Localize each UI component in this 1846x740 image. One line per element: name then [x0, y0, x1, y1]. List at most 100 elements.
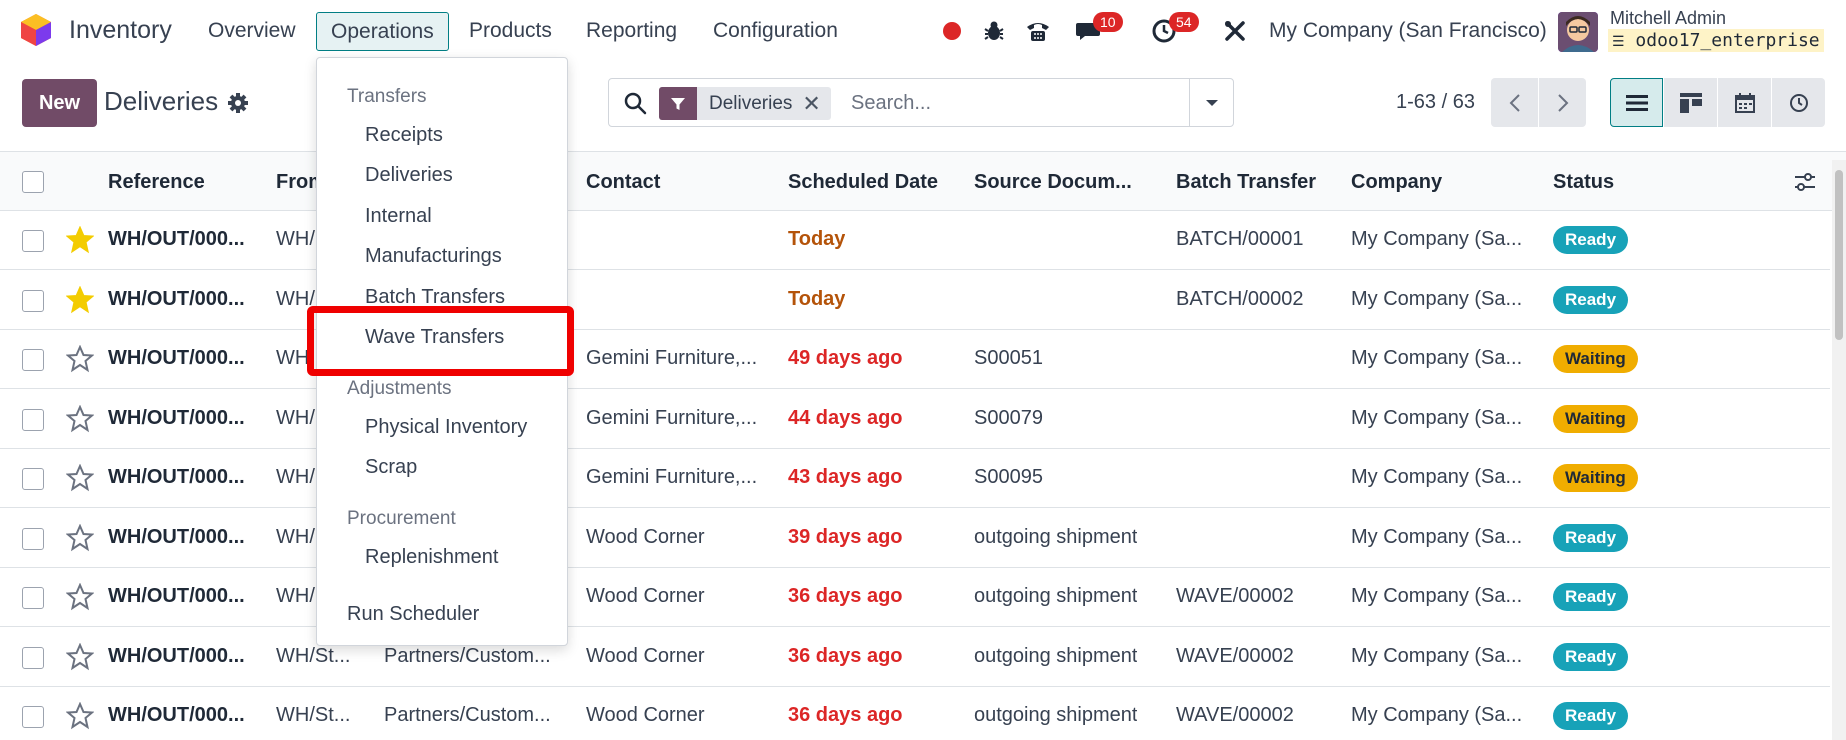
scheduled-date-cell: 43 days ago	[788, 466, 903, 488]
menu-configuration[interactable]: Configuration	[713, 19, 838, 43]
source-document-cell: outgoing shipment	[974, 585, 1138, 607]
chevron-right-icon	[1557, 93, 1568, 112]
table-row[interactable]: WH/OUT/000... WH/St... Partners/Custom... W…	[0, 627, 1830, 687]
kanban-view-button[interactable]	[1664, 78, 1717, 127]
reference-cell: WH/OUT/000...	[108, 228, 245, 250]
star-outline-icon[interactable]	[66, 642, 94, 671]
optional-columns-icon[interactable]	[1793, 170, 1817, 194]
dropdown-item-replenishment[interactable]: Replenishment	[365, 546, 498, 569]
user-avatar[interactable]	[1558, 12, 1598, 52]
star-outline-icon[interactable]	[66, 523, 94, 552]
table-row[interactable]: WH/OUT/000... WH/Gemini Furniture,... 43 d…	[0, 449, 1830, 508]
user-name[interactable]: Mitchell Admin	[1610, 8, 1726, 29]
new-button[interactable]: New	[22, 79, 97, 127]
dropdown-item-scrap[interactable]: Scrap	[365, 456, 417, 479]
debug-tools-icon[interactable]	[1222, 18, 1248, 44]
database-icon: ☰	[1612, 34, 1625, 50]
search-icon[interactable]	[623, 91, 647, 115]
star-outline-icon[interactable]	[66, 583, 94, 611]
row-checkbox[interactable]	[22, 289, 44, 312]
scheduled-date-cell: 36 days ago	[788, 704, 903, 726]
menu-overview[interactable]: Overview	[208, 19, 296, 43]
dropdown-section-adjustments: Adjustments	[347, 378, 452, 399]
dropdown-item-physical-inventory[interactable]: Physical Inventory	[365, 416, 527, 439]
activity-view-button[interactable]	[1772, 78, 1825, 127]
company-cell: My Company (Sa...	[1351, 406, 1523, 429]
reference-cell: WH/OUT/000...	[108, 406, 245, 429]
status-badge: Waiting	[1553, 464, 1638, 492]
dropdown-item-run-scheduler[interactable]: Run Scheduler	[347, 603, 479, 626]
table-row[interactable]: WH/OUT/000... WH/Today BATCH/00001 My Compa…	[0, 211, 1830, 270]
company-cell: My Company (Sa...	[1351, 347, 1523, 369]
column-reference[interactable]: Reference	[108, 171, 205, 194]
phone-icon[interactable]	[1025, 18, 1051, 44]
table-row[interactable]: WH/OUT/000... WH/St... Partners/Custom... W…	[0, 687, 1830, 740]
table-row[interactable]: WH/OUT/000... WH/Wood Corner 36 days ago ou…	[0, 568, 1830, 627]
source-document-cell: outgoing shipment	[974, 704, 1138, 726]
row-checkbox[interactable]	[22, 587, 44, 609]
column-scheduled-date[interactable]: Scheduled Date	[788, 171, 938, 194]
menu-reporting[interactable]: Reporting	[586, 19, 677, 43]
menu-products[interactable]: Products	[469, 19, 552, 43]
source-document-cell: outgoing shipment	[974, 525, 1138, 548]
company-cell: My Company (Sa...	[1351, 704, 1523, 726]
star-outline-icon[interactable]	[66, 404, 94, 433]
contact-cell: Wood Corner	[586, 585, 705, 607]
source-document-cell: S00095	[974, 466, 1043, 488]
row-checkbox[interactable]	[22, 230, 44, 252]
company-cell: My Company (Sa...	[1351, 644, 1523, 667]
table-row[interactable]: WH/OUT/000... WH/Wood Corner 39 days ago ou…	[0, 508, 1830, 568]
row-checkbox[interactable]	[22, 468, 44, 490]
reference-cell: WH/OUT/000...	[108, 585, 245, 607]
list-scrollbar[interactable]	[1832, 160, 1846, 740]
row-checkbox[interactable]	[22, 646, 44, 669]
record-indicator-icon[interactable]	[943, 22, 961, 40]
row-checkbox[interactable]	[22, 408, 44, 431]
remove-facet-icon[interactable]: ✕	[802, 91, 830, 117]
star-outline-icon[interactable]	[66, 345, 94, 373]
scrollbar-thumb[interactable]	[1835, 170, 1843, 340]
dropdown-item-receipts[interactable]: Receipts	[365, 124, 443, 147]
status-badge: Ready	[1553, 523, 1629, 552]
app-name[interactable]: Inventory	[69, 16, 172, 45]
gear-icon[interactable]	[227, 92, 249, 114]
bug-icon[interactable]	[981, 18, 1007, 44]
scheduled-date-cell: Today	[788, 228, 846, 250]
table-row[interactable]: WH/OUT/000... WH/Today BATCH/00002 My Compa…	[0, 270, 1830, 330]
table-row[interactable]: WH/OUT/000... WH/Gemini Furniture,... 44 d…	[0, 389, 1830, 449]
search-input[interactable]	[851, 89, 1181, 117]
starred-icon[interactable]	[66, 285, 94, 314]
table-row[interactable]: WH/OUT/000... WH Gemini Furniture,... 49 da…	[0, 330, 1830, 389]
list-view-button[interactable]	[1610, 78, 1663, 127]
column-company[interactable]: Company	[1351, 171, 1442, 194]
row-checkbox[interactable]	[22, 349, 44, 371]
dropdown-item-manufacturings[interactable]: Manufacturings	[365, 245, 502, 268]
pager-previous-button[interactable]	[1491, 78, 1538, 127]
pager-value[interactable]: 1-63 / 63	[1396, 91, 1475, 114]
menu-operations[interactable]: Operations	[316, 12, 449, 51]
batch-transfer-cell: WAVE/00002	[1176, 704, 1294, 726]
column-contact[interactable]: Contact	[586, 171, 660, 194]
star-outline-icon[interactable]	[66, 702, 94, 730]
starred-icon[interactable]	[66, 226, 94, 254]
dropdown-item-deliveries[interactable]: Deliveries	[365, 164, 453, 187]
column-batch-transfer[interactable]: Batch Transfer	[1176, 171, 1316, 194]
select-all-checkbox[interactable]	[22, 171, 44, 193]
chevron-left-icon	[1509, 93, 1520, 112]
pager-next-button[interactable]	[1539, 78, 1586, 127]
contact-cell: Wood Corner	[586, 525, 705, 548]
row-checkbox[interactable]	[22, 527, 44, 550]
reference-cell: WH/OUT/000...	[108, 287, 245, 310]
database-label: odoo17_enterprise	[1635, 30, 1820, 51]
column-status[interactable]: Status	[1553, 171, 1614, 194]
calendar-view-button[interactable]	[1718, 78, 1771, 127]
column-source-document[interactable]: Source Docum...	[974, 171, 1132, 194]
search-options-toggle[interactable]	[1189, 79, 1233, 126]
from-cell: WH/	[276, 406, 315, 429]
company-switcher[interactable]: My Company (San Francisco)	[1269, 19, 1547, 43]
star-outline-icon[interactable]	[66, 464, 94, 492]
dropdown-item-internal[interactable]: Internal	[365, 205, 432, 228]
inventory-app-icon[interactable]	[20, 13, 52, 47]
scheduled-date-cell: Today	[788, 287, 846, 310]
row-checkbox[interactable]	[22, 706, 44, 728]
